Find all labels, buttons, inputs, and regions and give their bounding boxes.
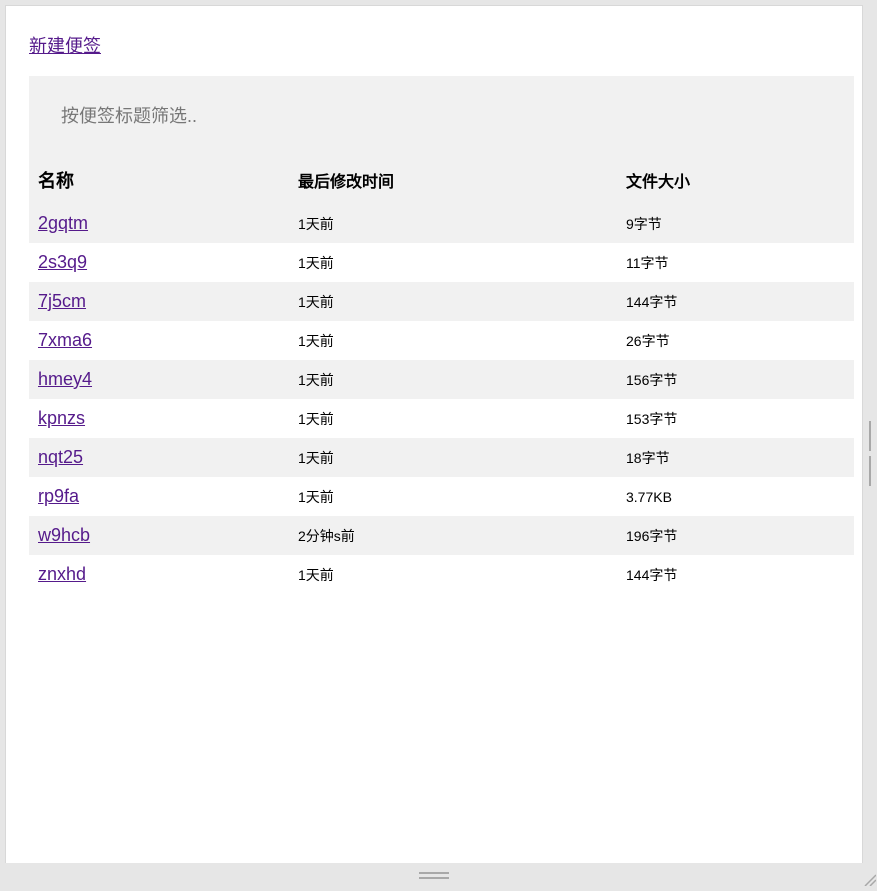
filter-container — [29, 76, 854, 156]
table-row: 7j5cm 1天前 144字节 — [29, 282, 854, 321]
vertical-grip-icon[interactable] — [869, 421, 876, 486]
table-row: 2s3q9 1天前 11字节 — [29, 243, 854, 282]
new-note-link[interactable]: 新建便签 — [29, 32, 101, 58]
note-name-cell: 2gqtm — [29, 204, 289, 243]
grip-line — [419, 872, 449, 874]
note-size-cell: 196字节 — [617, 516, 854, 555]
note-size-cell: 9字节 — [617, 204, 854, 243]
note-modified-cell: 1天前 — [289, 243, 617, 282]
horizontal-grip-icon[interactable] — [419, 872, 449, 879]
table-row: nqt25 1天前 18字节 — [29, 438, 854, 477]
resize-corner-icon[interactable] — [864, 873, 877, 887]
note-modified-cell: 1天前 — [289, 360, 617, 399]
resize-corner-svg — [864, 874, 877, 887]
column-header-size[interactable]: 文件大小 — [617, 156, 854, 204]
table-row: 2gqtm 1天前 9字节 — [29, 204, 854, 243]
table-row: 7xma6 1天前 26字节 — [29, 321, 854, 360]
note-name-cell: hmey4 — [29, 360, 289, 399]
filter-input[interactable] — [29, 76, 854, 156]
note-modified-cell: 1天前 — [289, 321, 617, 360]
note-size-cell: 153字节 — [617, 399, 854, 438]
note-name-cell: nqt25 — [29, 438, 289, 477]
note-link[interactable]: rp9fa — [38, 486, 79, 506]
table-row: kpnzs 1天前 153字节 — [29, 399, 854, 438]
note-modified-cell: 1天前 — [289, 438, 617, 477]
note-modified-cell: 1天前 — [289, 282, 617, 321]
column-header-name[interactable]: 名称 — [29, 156, 289, 204]
column-header-modified[interactable]: 最后修改时间 — [289, 156, 617, 204]
note-size-cell: 11字节 — [617, 243, 854, 282]
note-modified-cell: 1天前 — [289, 399, 617, 438]
table-header-row: 名称 最后修改时间 文件大小 — [29, 156, 854, 204]
note-link[interactable]: znxhd — [38, 564, 86, 584]
note-name-cell: 7xma6 — [29, 321, 289, 360]
note-link[interactable]: 7xma6 — [38, 330, 92, 350]
notes-table: 名称 最后修改时间 文件大小 2gqtm 1天前 9字节 2s3q9 1天前 1… — [29, 156, 854, 594]
note-link[interactable]: 2gqtm — [38, 213, 88, 233]
grip-line — [869, 421, 871, 451]
note-size-cell: 3.77KB — [617, 477, 854, 516]
bottom-resize-bar — [5, 863, 863, 886]
note-modified-cell: 2分钟s前 — [289, 516, 617, 555]
note-link[interactable]: w9hcb — [38, 525, 90, 545]
note-name-cell: 7j5cm — [29, 282, 289, 321]
note-link[interactable]: kpnzs — [38, 408, 85, 428]
note-size-cell: 144字节 — [617, 555, 854, 594]
grip-line — [869, 456, 871, 486]
note-link[interactable]: 7j5cm — [38, 291, 86, 311]
table-row: rp9fa 1天前 3.77KB — [29, 477, 854, 516]
table-row: znxhd 1天前 144字节 — [29, 555, 854, 594]
note-link[interactable]: 2s3q9 — [38, 252, 87, 272]
notes-window: 新建便签 名称 最后修改时间 文件大小 2gqtm 1天前 — [5, 5, 863, 863]
note-modified-cell: 1天前 — [289, 555, 617, 594]
note-size-cell: 156字节 — [617, 360, 854, 399]
note-link[interactable]: hmey4 — [38, 369, 92, 389]
note-name-cell: 2s3q9 — [29, 243, 289, 282]
notes-panel: 名称 最后修改时间 文件大小 2gqtm 1天前 9字节 2s3q9 1天前 1… — [29, 76, 854, 594]
note-modified-cell: 1天前 — [289, 204, 617, 243]
note-size-cell: 18字节 — [617, 438, 854, 477]
note-name-cell: kpnzs — [29, 399, 289, 438]
table-row: w9hcb 2分钟s前 196字节 — [29, 516, 854, 555]
note-size-cell: 144字节 — [617, 282, 854, 321]
note-name-cell: w9hcb — [29, 516, 289, 555]
note-name-cell: rp9fa — [29, 477, 289, 516]
note-modified-cell: 1天前 — [289, 477, 617, 516]
table-row: hmey4 1天前 156字节 — [29, 360, 854, 399]
note-link[interactable]: nqt25 — [38, 447, 83, 467]
note-size-cell: 26字节 — [617, 321, 854, 360]
grip-line — [419, 877, 449, 879]
note-name-cell: znxhd — [29, 555, 289, 594]
